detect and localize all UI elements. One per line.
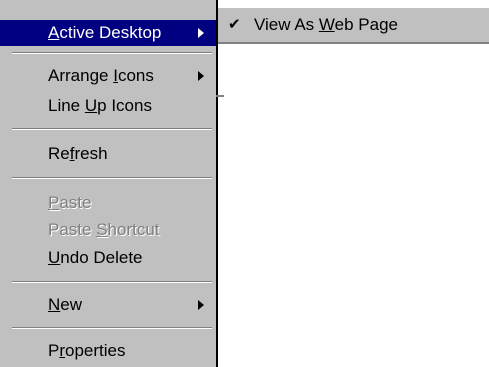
menu-item-label: Properties xyxy=(48,341,126,360)
menu-item-label: Undo Delete xyxy=(48,248,143,267)
submenu-arrow-icon xyxy=(198,71,204,81)
menu-item-new[interactable]: New xyxy=(0,292,216,318)
menu-item-label: Active Desktop xyxy=(48,23,162,42)
menu-item-label: Refresh xyxy=(48,144,108,163)
menu-item-label: Paste xyxy=(48,193,92,212)
menu-separator xyxy=(12,128,212,130)
desktop-context-menu: Active Desktop Arrange Icons Line Up Ico… xyxy=(0,0,218,367)
menu-item-label: Arrange Icons xyxy=(48,66,154,85)
menu-item-properties[interactable]: Properties xyxy=(0,338,216,364)
menu-item-active-desktop[interactable]: Active Desktop xyxy=(0,20,216,46)
menu-separator xyxy=(12,327,212,329)
menu-item-undo-delete[interactable]: Undo Delete xyxy=(0,245,216,271)
menu-item-paste-shortcut: Paste Shortcut xyxy=(0,217,216,243)
submenu-item-view-as-web-page[interactable]: ✔ View As Web Page xyxy=(218,12,489,38)
menu-item-arrange-icons[interactable]: Arrange Icons xyxy=(0,63,216,89)
menu-separator xyxy=(12,52,212,54)
checkmark-icon: ✔ xyxy=(228,16,241,33)
menu-edge-shadow xyxy=(216,95,224,97)
menu-item-label: Paste Shortcut xyxy=(48,220,160,239)
submenu-arrow-icon xyxy=(198,300,204,310)
menu-separator xyxy=(12,281,212,283)
menu-item-label: View As Web Page xyxy=(254,15,398,34)
menu-separator xyxy=(12,177,212,179)
active-desktop-submenu: ✔ View As Web Page xyxy=(218,7,489,44)
menu-item-paste: Paste xyxy=(0,190,216,216)
menu-item-label: New xyxy=(48,295,83,314)
menu-item-line-up-icons[interactable]: Line Up Icons xyxy=(0,93,216,119)
menu-item-refresh[interactable]: Refresh xyxy=(0,141,216,167)
menu-item-label: Line Up Icons xyxy=(48,96,152,115)
submenu-arrow-icon xyxy=(198,28,204,38)
